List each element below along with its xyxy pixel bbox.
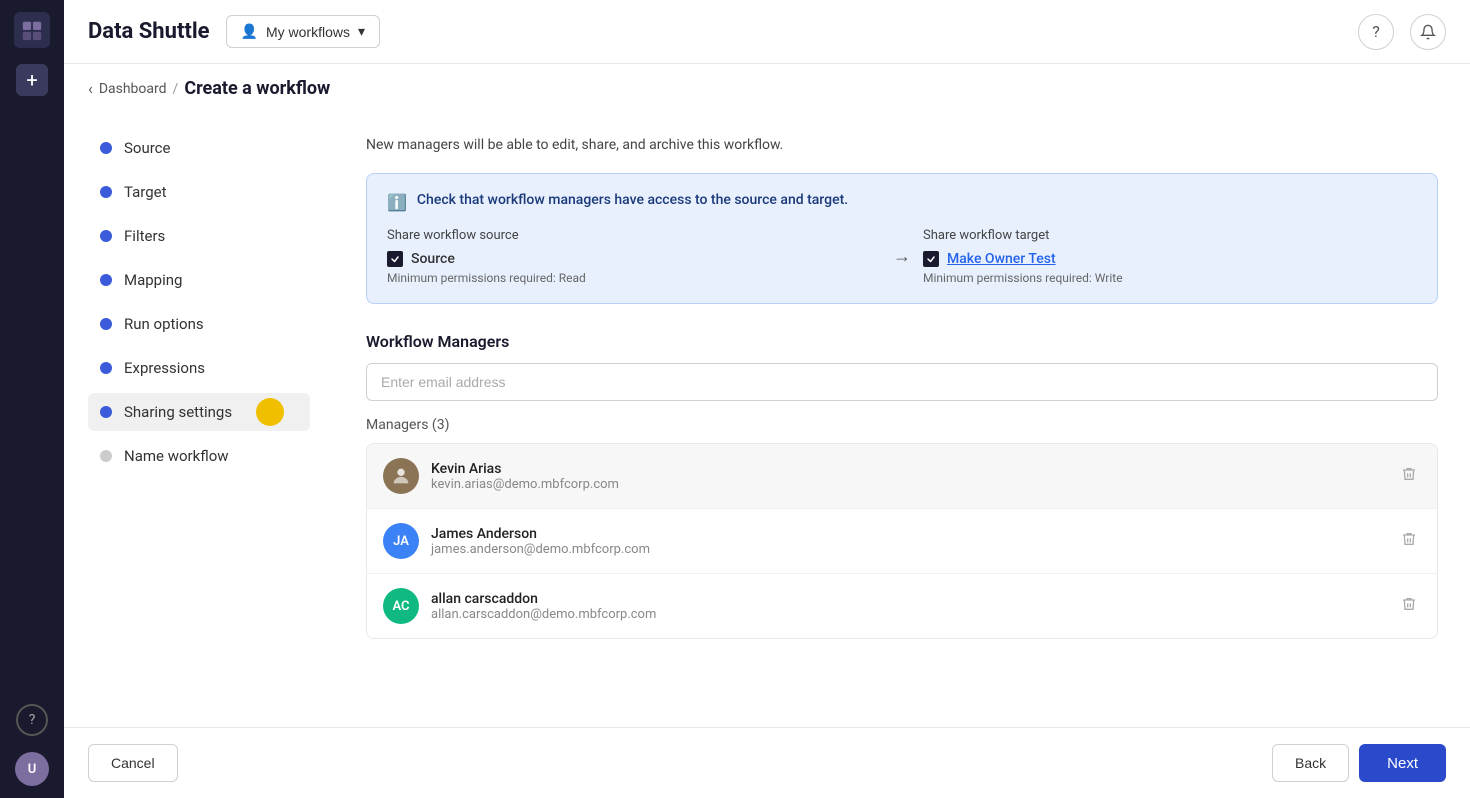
step-expressions[interactable]: Expressions [88,349,310,387]
manager-row: JA James Anderson james.anderson@demo.mb… [367,509,1437,574]
manager-email: allan.carscaddon@demo.mbfcorp.com [431,607,1385,622]
breadcrumb-separator: / [173,81,179,97]
step-dot-name-workflow [100,450,112,462]
manager-email: james.anderson@demo.mbfcorp.com [431,542,1385,557]
step-label-run-options: Run options [124,315,204,333]
info-box-header: ℹ️ Check that workflow managers have acc… [387,192,1417,212]
cancel-button[interactable]: Cancel [88,744,178,782]
source-perm: Minimum permissions required: Read [387,271,881,285]
step-dot-mapping [100,274,112,286]
back-button[interactable]: Back [1272,744,1349,782]
share-source-label: Share workflow source [387,228,881,243]
breadcrumb-current: Create a workflow [184,78,330,99]
header-left: Data Shuttle 👤 My workflows ▾ [88,15,380,48]
step-dot-sharing [100,406,112,418]
user-icon: 👤 [241,23,258,40]
manager-name: James Anderson [431,526,1385,542]
breadcrumb: ‹ Dashboard / Create a workflow [64,64,1470,113]
step-filters[interactable]: Filters [88,217,310,255]
step-label-mapping: Mapping [124,271,182,289]
main-wrapper: Data Shuttle 👤 My workflows ▾ ? ‹ Dashbo… [64,0,1470,798]
manager-name: allan carscaddon [431,591,1385,607]
manager-email: kevin.arias@demo.mbfcorp.com [431,477,1385,492]
workflow-managers-title: Workflow Managers [366,332,1438,351]
step-label-sharing: Sharing settings [124,403,232,421]
delete-manager-button[interactable] [1397,462,1421,490]
notifications-button[interactable] [1410,14,1446,50]
manager-list: Kevin Arias kevin.arias@demo.mbfcorp.com [366,443,1438,639]
top-header: Data Shuttle 👤 My workflows ▾ ? [64,0,1470,64]
manager-row: AC allan carscaddon allan.carscaddon@dem… [367,574,1437,638]
step-dot-filters [100,230,112,242]
chevron-down-icon: ▾ [358,23,365,40]
manager-name: Kevin Arias [431,461,1385,477]
source-checkbox [387,251,403,267]
add-button[interactable]: + [16,64,48,96]
source-name: Source [411,251,455,267]
step-sharing-settings[interactable]: Sharing settings [88,393,310,431]
header-right: ? [1358,14,1446,50]
sidebar-help-icon[interactable]: ? [16,704,48,736]
step-source[interactable]: Source [88,129,310,167]
target-name[interactable]: Make Owner Test [947,251,1056,267]
manager-info: James Anderson james.anderson@demo.mbfco… [431,526,1385,557]
app-sidebar: + ? U [0,0,64,798]
breadcrumb-link[interactable]: Dashboard [99,81,167,97]
app-logo [14,12,50,48]
step-label-filters: Filters [124,227,165,245]
target-checkbox [923,251,939,267]
avatar: AC [383,588,419,624]
info-box-title: Check that workflow managers have access… [417,192,848,208]
back-arrow[interactable]: ‹ [88,79,93,98]
sidebar-avatar[interactable]: U [15,752,49,786]
step-label-expressions: Expressions [124,359,205,377]
step-dot-run-options [100,318,112,330]
step-name-workflow[interactable]: Name workflow [88,437,310,475]
workflows-button[interactable]: 👤 My workflows ▾ [226,15,380,48]
share-target-item: Make Owner Test [923,251,1417,267]
step-dot-source [100,142,112,154]
info-icon: ℹ️ [387,193,407,212]
body-area: Source Target Filters Mapping Run option… [64,113,1470,727]
step-label-source: Source [124,139,170,157]
info-box-grid: Share workflow source Source Minimum per… [387,228,1417,285]
share-target-label: Share workflow target [923,228,1417,243]
main-content: New managers will be able to edit, share… [334,113,1470,727]
delete-manager-button[interactable] [1397,592,1421,620]
email-input[interactable] [366,363,1438,401]
arrow-col: → [893,246,911,267]
manager-row: Kevin Arias kevin.arias@demo.mbfcorp.com [367,444,1437,509]
app-title: Data Shuttle [88,19,210,44]
share-source-col: Share workflow source Source Minimum per… [387,228,881,285]
avatar: JA [383,523,419,559]
help-button[interactable]: ? [1358,14,1394,50]
manager-info: Kevin Arias kevin.arias@demo.mbfcorp.com [431,461,1385,492]
step-dot-target [100,186,112,198]
step-label-target: Target [124,183,167,201]
manager-info: allan carscaddon allan.carscaddon@demo.m… [431,591,1385,622]
footer-right: Back Next [1272,744,1446,782]
step-run-options[interactable]: Run options [88,305,310,343]
managers-count: Managers (3) [366,417,1438,433]
workflows-btn-label: My workflows [266,24,350,40]
share-source-item: Source [387,251,881,267]
step-label-name-workflow: Name workflow [124,447,229,465]
footer-bar: Cancel Back Next [64,727,1470,798]
intro-text: New managers will be able to edit, share… [366,137,1438,153]
target-perm: Minimum permissions required: Write [923,271,1417,285]
step-dot-expressions [100,362,112,374]
steps-sidebar: Source Target Filters Mapping Run option… [64,113,334,727]
share-target-col: Share workflow target Make Owner Test Mi… [923,228,1417,285]
highlight-circle [256,398,284,426]
delete-manager-button[interactable] [1397,527,1421,555]
step-mapping[interactable]: Mapping [88,261,310,299]
avatar [383,458,419,494]
info-box: ℹ️ Check that workflow managers have acc… [366,173,1438,304]
next-button[interactable]: Next [1359,744,1446,782]
step-target[interactable]: Target [88,173,310,211]
